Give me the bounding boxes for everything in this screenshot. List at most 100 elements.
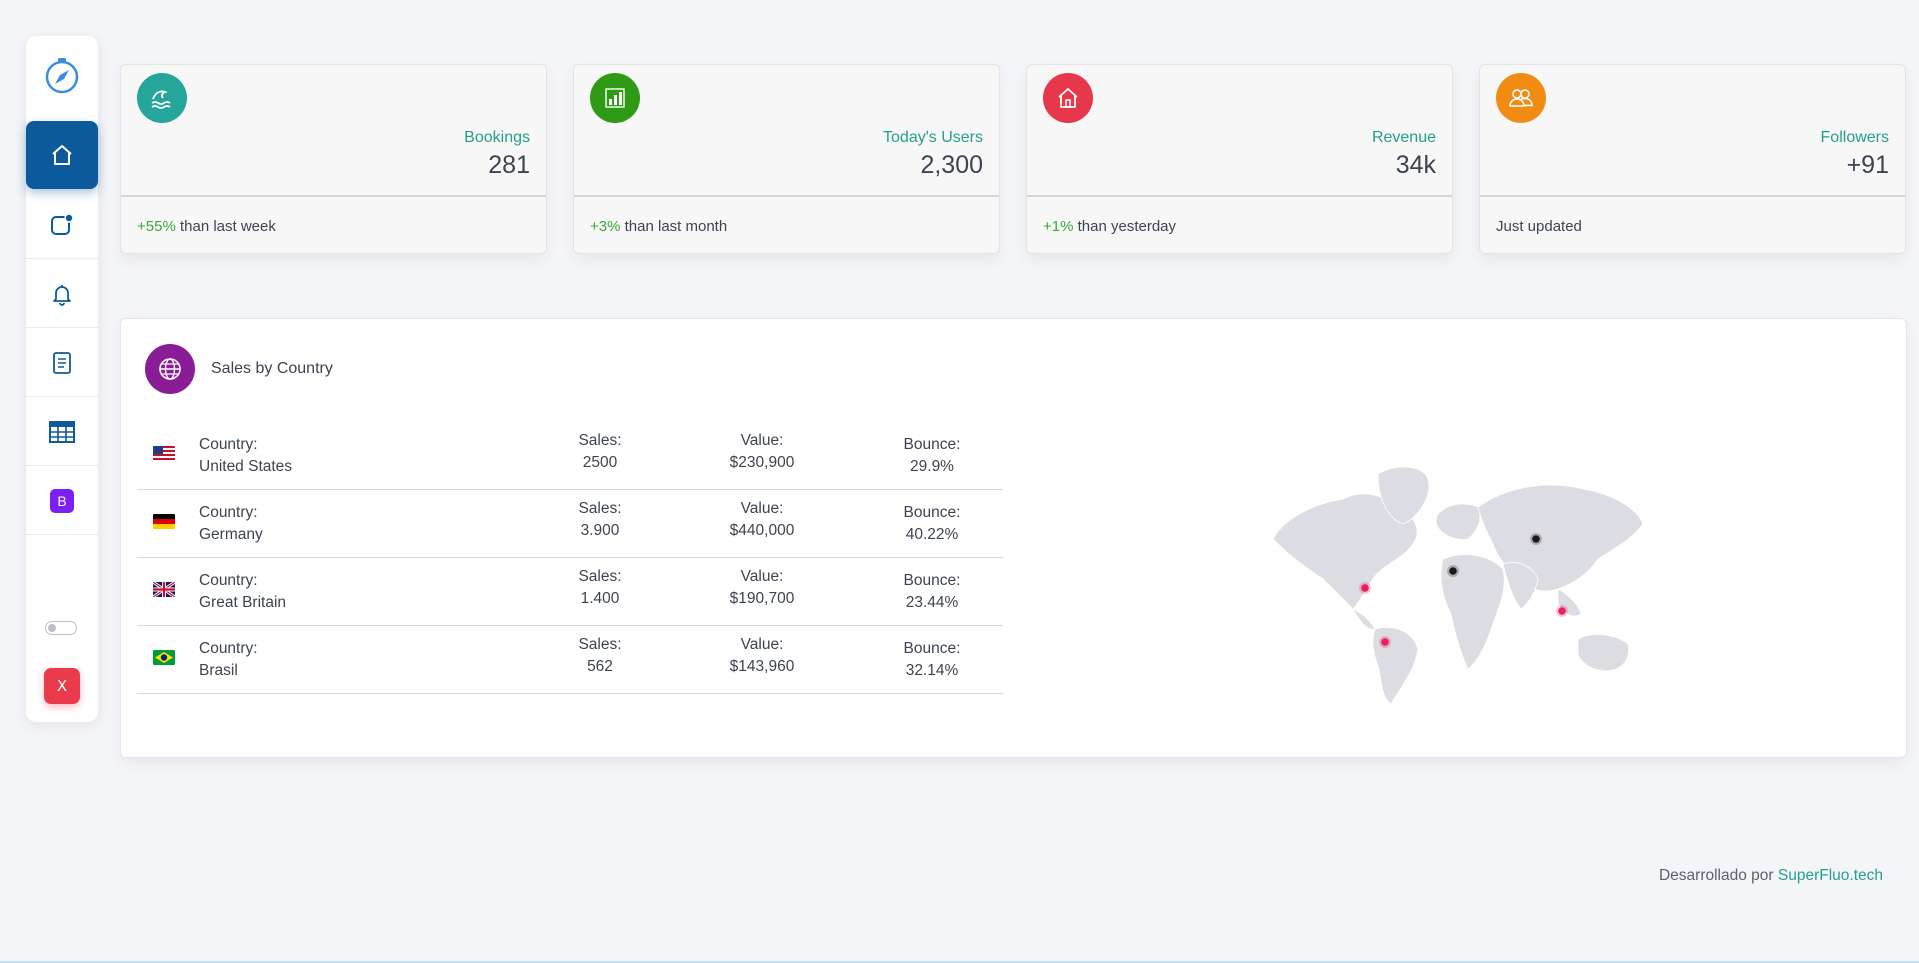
card-footer: +1% than yesterday [1043,218,1176,235]
card-divider [121,195,546,197]
de-flag-icon [153,514,175,529]
value-cell: Value: $440,000 [697,498,827,542]
card-footer-text: than last month [620,218,728,235]
value-amount: $190,700 [729,590,795,607]
sales-label: Sales: [578,636,622,653]
card-footer-text: than last week [175,218,276,235]
card-divider [1027,195,1452,197]
stat-card-todays-users: Today's Users 2,300 +3% than last month [573,64,1000,254]
stat-card-bookings: Bookings 281 +55% than last week [120,64,547,254]
people-icon [1496,73,1546,123]
bounce-cell: Bounce: 40.22% [877,502,987,546]
bounce-label: Bounce: [903,572,961,589]
value-label: Value: [740,432,784,449]
card-footer-percent: +1% [1043,218,1074,235]
sales-value: 562 [587,658,613,675]
footer: Desarrollado por SuperFluo.tech [1659,867,1883,885]
country-label: Country: [199,572,258,589]
value-amount: $230,900 [729,454,795,471]
value-cell: Value: $230,900 [697,430,827,474]
home-icon [52,145,72,165]
sales-cell: Sales: 1.400 [545,566,655,610]
exit-button-label: X [56,677,68,695]
wave-icon [137,73,187,123]
value-cell: Value: $143,960 [697,634,827,678]
sidebar: B X [26,36,98,722]
country-label: Country: [199,504,258,521]
footer-link[interactable]: SuperFluo.tech [1778,867,1883,884]
card-label: Bookings [464,129,530,146]
sales-label: Sales: [578,500,622,517]
sales-value: 2500 [582,454,618,471]
compass-logo-icon[interactable] [26,50,98,100]
card-footer-percent: +3% [590,218,621,235]
value-label: Value: [740,568,784,585]
country-cell: Country: Brasil [199,638,258,682]
value-label: Value: [740,636,784,653]
globe-icon [145,344,195,394]
theme-toggle[interactable] [45,621,77,635]
table-icon [49,420,75,443]
panel-title: Sales by Country [211,360,333,377]
br-flag-icon [153,650,175,665]
bounce-cell: Bounce: 32.14% [877,638,987,682]
us-flag-icon [153,446,175,461]
sidebar-item-notifications-app[interactable] [26,191,98,259]
sales-value: 1.400 [580,590,620,607]
table-row: Country: Brasil Sales: 562 Value: $143,9… [137,626,1003,694]
sidebar-item-bootstrap[interactable]: B [26,467,98,535]
card-footer-text: Just updated [1496,218,1582,235]
card-value: 2,300 [920,151,983,179]
sidebar-item-home[interactable] [26,121,98,189]
card-value: 281 [488,151,530,179]
card-footer-text: than yesterday [1073,218,1177,235]
dashboard-page: B X Bookings 281 +55% than last week Tod… [0,0,1919,963]
sales-label: Sales: [578,568,622,585]
exit-button[interactable]: X [44,668,80,704]
bounce-value: 32.14% [905,662,959,679]
stat-card-followers: Followers +91 Just updated [1479,64,1906,254]
country-name: United States [199,458,293,475]
country-label: Country: [199,640,258,657]
bounce-value: 29.9% [910,458,954,475]
sidebar-item-tables[interactable] [26,398,98,466]
bar-chart-icon [590,73,640,123]
sales-by-country-panel: Sales by Country Country: United States … [120,318,1907,758]
sales-cell: Sales: 3.900 [545,498,655,542]
card-divider [1480,195,1905,197]
sales-value: 3.900 [580,522,620,539]
sidebar-item-documents[interactable] [26,329,98,397]
table-row: Country: Germany Sales: 3.900 Value: $44… [137,490,1003,558]
card-label: Followers [1820,129,1889,146]
bounce-label: Bounce: [903,504,961,521]
notifications-app-icon [51,212,74,235]
card-value: +91 [1846,151,1889,179]
card-footer: Just updated [1496,218,1582,235]
bootstrap-icon: B [50,488,74,513]
sidebar-item-notifications[interactable] [26,260,98,328]
sales-cell: Sales: 562 [545,634,655,678]
bounce-value: 40.22% [905,526,959,543]
bounce-value: 23.44% [905,594,959,611]
card-footer: +3% than last month [590,218,727,235]
bounce-cell: Bounce: 29.9% [877,434,987,478]
country-cell: Country: Great Britain [199,570,286,614]
card-value: 34k [1395,151,1436,179]
card-footer-percent: +55% [137,218,176,235]
country-cell: Country: Germany [199,502,263,546]
footer-text: Desarrollado por [1658,867,1778,884]
card-divider [574,195,999,197]
bell-icon [53,284,71,306]
bounce-cell: Bounce: 23.44% [877,570,987,614]
world-map[interactable] [1263,459,1653,709]
bounce-label: Bounce: [903,436,961,453]
bootstrap-icon-letter: B [57,492,67,509]
sales-cell: Sales: 2500 [545,430,655,474]
house-icon [1043,73,1093,123]
table-row: Country: United States Sales: 2500 Value… [137,422,1003,490]
stat-card-revenue: Revenue 34k +1% than yesterday [1026,64,1453,254]
value-cell: Value: $190,700 [697,566,827,610]
value-amount: $440,000 [729,522,795,539]
country-name: Brasil [199,662,238,679]
sales-label: Sales: [578,432,622,449]
